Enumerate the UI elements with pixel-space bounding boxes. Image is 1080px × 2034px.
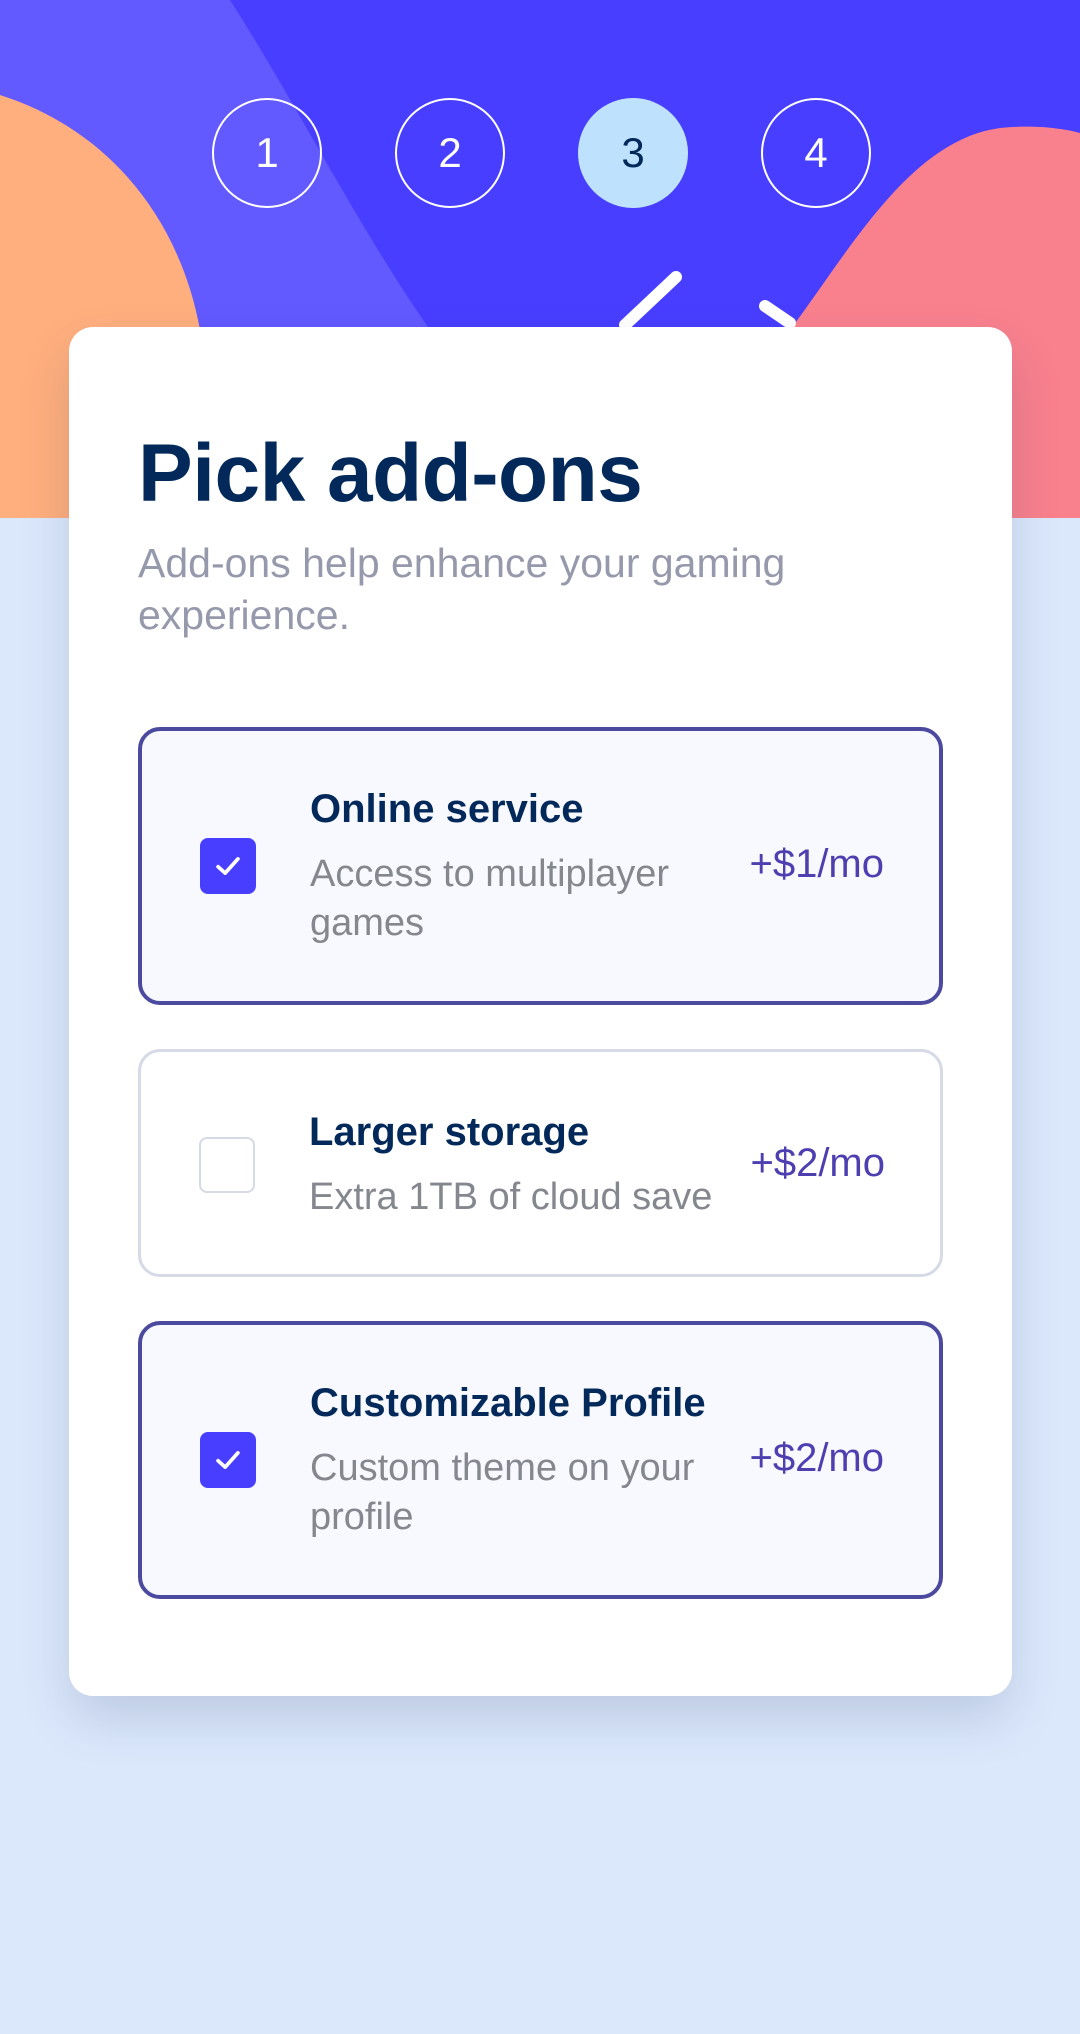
add-ons-card: Pick add-ons Add-ons help enhance your g… xyxy=(69,327,1012,1696)
step-3[interactable]: 3 xyxy=(578,98,688,208)
addon-larger-storage-price: +$2/mo xyxy=(750,1141,885,1185)
addon-customizable-profile-name: Customizable Profile xyxy=(310,1381,706,1425)
step-2-number: 2 xyxy=(438,129,462,176)
add-ons-page: 1 2 3 4 Pick add-ons Add-ons help enhanc… xyxy=(0,0,1080,2034)
addon-larger-storage-name: Larger storage xyxy=(309,1110,590,1154)
addon-larger-storage[interactable]: Larger storage Extra 1TB of cloud save +… xyxy=(138,1049,943,1277)
addon-customizable-profile-price: +$2/mo xyxy=(749,1436,884,1480)
page-subtitle: Add-ons help enhance your gaming experie… xyxy=(138,540,786,638)
addon-online-service-checkbox[interactable] xyxy=(200,838,256,894)
step-indicator: 1 2 3 4 xyxy=(0,98,1080,208)
step-2[interactable]: 2 xyxy=(395,98,505,208)
step-3-number: 3 xyxy=(621,129,645,176)
addon-online-service-description: Access to multiplayer games xyxy=(310,853,670,944)
page-title: Pick add-ons xyxy=(138,428,643,519)
checkmark-icon xyxy=(216,1451,240,1469)
addon-online-service-price: +$1/mo xyxy=(749,842,884,886)
addon-online-service[interactable]: Online service Access to multiplayer gam… xyxy=(138,727,943,1005)
addon-online-service-name: Online service xyxy=(310,787,584,831)
checkmark-icon xyxy=(216,857,240,875)
step-4[interactable]: 4 xyxy=(761,98,871,208)
addon-customizable-profile[interactable]: Customizable Profile Custom theme on you… xyxy=(138,1321,943,1599)
addon-larger-storage-checkbox[interactable] xyxy=(199,1137,255,1193)
step-4-number: 4 xyxy=(804,129,828,176)
step-1-number: 1 xyxy=(255,129,279,176)
addon-customizable-profile-description: Custom theme on your profile xyxy=(310,1447,695,1538)
step-1[interactable]: 1 xyxy=(212,98,322,208)
addon-larger-storage-description: Extra 1TB of cloud save xyxy=(309,1176,713,1218)
addon-customizable-profile-checkbox[interactable] xyxy=(200,1432,256,1488)
